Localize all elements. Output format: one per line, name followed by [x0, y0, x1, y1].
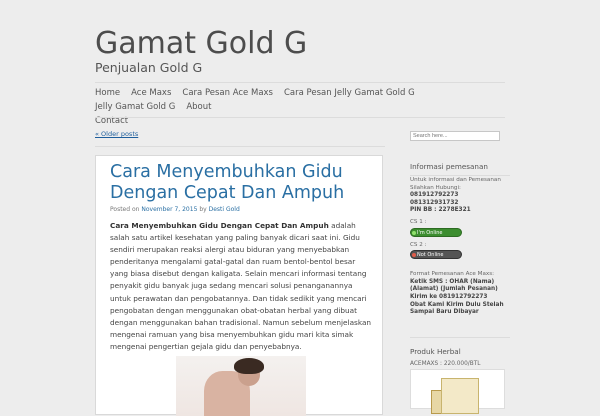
post-author-link[interactable]: Desti Gold [209, 206, 240, 213]
format-line-2: (Alamat) (Jumlah Pesanan) [410, 286, 498, 293]
post-meta: Posted on November 7, 2015 by Desti Gold [110, 206, 240, 213]
product-price: ACEMAXS : 220.000/BTL [410, 361, 481, 367]
nav-divider-top [95, 82, 505, 83]
site-title[interactable]: Gamat Gold G [95, 26, 307, 61]
cs1-status-button[interactable]: I'm Online [410, 227, 462, 237]
post-image [176, 356, 306, 416]
format-line-5: Sampai Baru Dibayar [410, 309, 479, 316]
meta-prefix: Posted on [110, 206, 140, 213]
format-line-4: Obat Kami Kirim Dulu Stelah [410, 301, 504, 308]
image-hair [234, 358, 264, 374]
product-image[interactable] [410, 369, 505, 414]
site-description: Penjualan Gold G [95, 60, 203, 75]
cs1-status-text: I'm Online [417, 229, 443, 236]
nav-divider-bottom [95, 117, 505, 118]
phone-1: 081912792273 [410, 192, 459, 199]
offline-dot-icon [412, 253, 416, 258]
post-body: Cara Menyembuhkan Gidu Dengan Cepat Dan … [110, 220, 372, 353]
post-intro-bold: Cara Menyembuhkan Gidu Dengan Cepat Dan … [110, 221, 329, 230]
older-divider [95, 146, 385, 147]
nav-item-about[interactable]: About [186, 100, 211, 114]
post-title[interactable]: Cara Menyembuhkan Gidu Dengan Cepat Dan … [110, 162, 372, 204]
format-line-1: Ketik SMS : OHAR (Nama) [410, 278, 495, 285]
nav-item-jelly-gamat[interactable]: Jelly Gamat Gold G [95, 100, 175, 114]
pin-bb: PIN BB : 2278E321 [410, 207, 471, 214]
post-body-text: adalah salah satu artikel kesehatan yang… [110, 221, 372, 351]
cs2-status-button[interactable]: Not Online [410, 250, 462, 260]
info-text-2: Silahkan Hubungi: [410, 184, 461, 191]
sidebar-divider-2 [410, 337, 510, 338]
nav-item-ace-maxs[interactable]: Ace Maxs [131, 86, 171, 100]
sidebar-divider-1 [410, 175, 510, 176]
older-posts-link[interactable]: « Older posts [95, 130, 138, 138]
nav-item-home[interactable]: Home [95, 86, 120, 100]
nav-item-cara-pesan-jelly[interactable]: Cara Pesan Jelly Gamat Gold G [284, 86, 415, 100]
post-card: Cara Menyembuhkan Gidu Dengan Cepat Dan … [95, 155, 383, 416]
online-dot-icon [412, 230, 416, 235]
cs2-status-text: Not Online [417, 252, 444, 259]
meta-by: by [199, 206, 207, 213]
cs2-label: CS 2 : [410, 241, 427, 248]
info-text-1: Untuk informasi dan Pemesanan [410, 177, 501, 183]
post-date-link[interactable]: November 7, 2015 [141, 206, 197, 213]
product-box [441, 378, 479, 414]
info-widget-title: Informasi pemesanan [410, 162, 488, 171]
format-title: Format Pemesanan Ace Maxs: [410, 271, 495, 278]
nav-item-cara-pesan-ace-maxs[interactable]: Cara Pesan Ace Maxs [182, 86, 273, 100]
format-line-3: Kirim ke 081912792273 [410, 293, 488, 300]
product-widget-title: Produk Herbal [410, 347, 461, 356]
cs1-label: CS 1 : [410, 218, 427, 225]
sidebar: Informasi pemesanan Untuk informasi dan … [410, 162, 510, 317]
main-nav: Home Ace Maxs Cara Pesan Ace Maxs Cara Pesa… [95, 86, 495, 128]
phone-2: 081312931732 [410, 199, 459, 206]
search-input[interactable] [410, 131, 500, 141]
